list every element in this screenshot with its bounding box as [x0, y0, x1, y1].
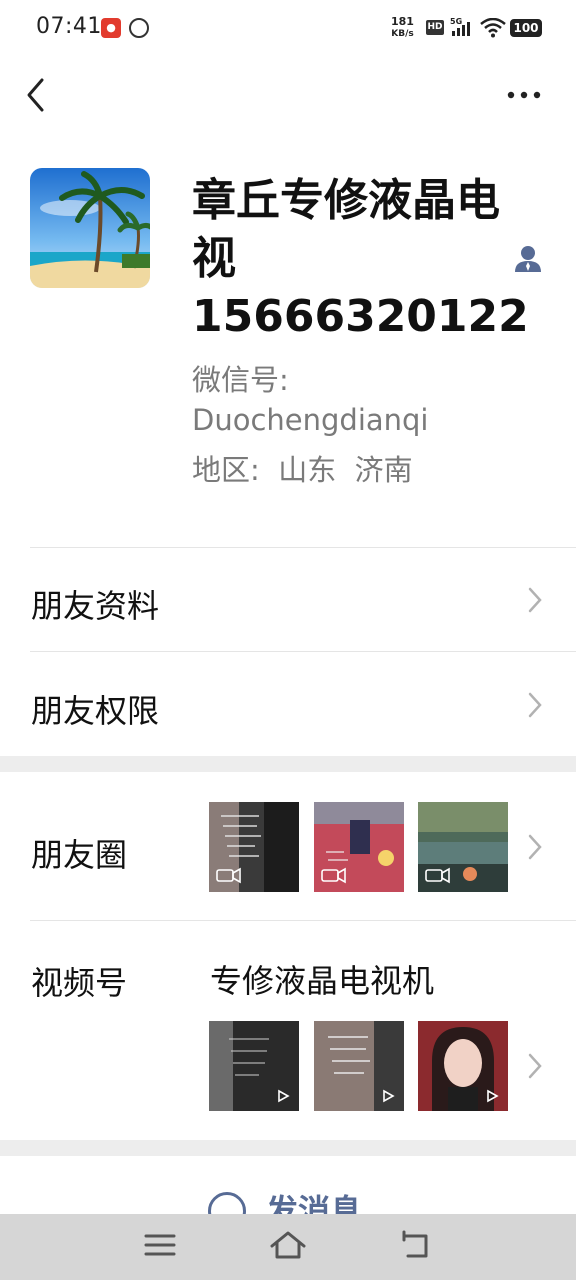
hd-icon: HD	[426, 20, 444, 35]
wechat-id-label: 微信号:	[192, 363, 289, 397]
app-notification-icon: ●	[101, 18, 121, 38]
status-time: 07:41	[36, 14, 102, 39]
home-button[interactable]	[268, 1228, 308, 1262]
network-speed: 181 KB/s	[391, 15, 414, 40]
wifi-icon	[480, 17, 506, 38]
channel-video-thumbnail	[314, 1021, 404, 1111]
channels-label: 视频号	[31, 964, 128, 1002]
chevron-left-icon	[27, 78, 44, 112]
channel-name: 专修液晶电视机	[210, 962, 435, 1000]
chevron-right-icon	[528, 1053, 542, 1079]
chevron-right-icon	[528, 692, 542, 718]
chevron-right-icon	[528, 834, 542, 860]
chat-bubble-icon	[208, 1192, 246, 1214]
channel-video-thumbnail	[418, 1021, 508, 1111]
section-separator	[0, 756, 576, 772]
wechat-id-value: Duochengdianqi	[192, 403, 429, 437]
recent-apps-button[interactable]	[140, 1228, 180, 1262]
system-nav-bar	[0, 1214, 576, 1280]
wechat-id: 微信号: Duochengdianqi	[192, 360, 512, 440]
back-nav-button[interactable]	[396, 1228, 436, 1262]
moments-thumbnail	[314, 802, 404, 892]
back-icon	[402, 1230, 428, 1258]
moments-thumbnail	[418, 802, 508, 892]
moments-thumbnail	[209, 802, 299, 892]
moments-label: 朋友圈	[31, 836, 128, 874]
channel-video-thumbnail	[209, 1021, 299, 1111]
moments-row[interactable]: 朋友圈	[0, 772, 576, 920]
menu-icon	[144, 1234, 176, 1256]
avatar[interactable]	[30, 168, 150, 288]
chevron-right-icon	[528, 587, 542, 613]
signal-icon: 5G	[450, 16, 474, 38]
friend-permissions-row[interactable]: 朋友权限	[0, 652, 576, 756]
contact-tag-button[interactable]	[513, 244, 543, 274]
friend-info-row[interactable]: 朋友资料	[0, 548, 576, 651]
status-bar: 07:41 ● 181 KB/s HD 5G 100	[0, 0, 576, 56]
battery-icon: 100	[510, 19, 542, 37]
friend-info-label: 朋友资料	[31, 587, 160, 625]
send-message-label: 发消息	[266, 1192, 363, 1214]
contact-name: 章丘专修液晶电视15666320122	[192, 175, 529, 342]
friend-permissions-label: 朋友权限	[31, 692, 160, 730]
more-dots-icon	[507, 91, 541, 99]
person-icon	[515, 246, 541, 272]
send-message-button[interactable]: 发消息	[0, 1156, 576, 1214]
section-separator	[0, 1140, 576, 1156]
channels-row[interactable]: 视频号	[0, 921, 576, 1140]
region: 地区: 山东 济南	[192, 453, 413, 487]
back-button[interactable]	[22, 76, 52, 114]
sync-icon	[129, 18, 149, 38]
more-button[interactable]	[504, 84, 544, 106]
svg-text:5G: 5G	[450, 17, 462, 26]
home-icon	[270, 1231, 306, 1259]
